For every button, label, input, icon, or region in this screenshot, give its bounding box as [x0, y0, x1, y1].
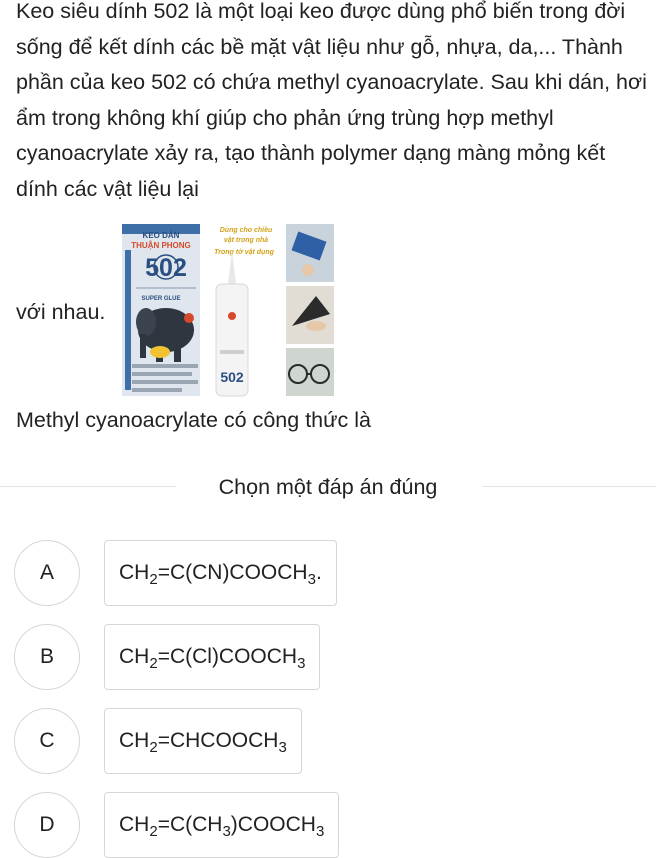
option-formula-box[interactable]: CH2=C(CN)COOCH3.	[104, 540, 337, 606]
option-letter-badge[interactable]: D	[14, 792, 80, 858]
question-prompt: Methyl cyanoacrylate có công thức là	[16, 408, 371, 432]
box-number: 502	[145, 254, 187, 282]
stamp-line-3: Trong tờ vật dụng	[214, 249, 275, 256]
formula-subscript: 3	[278, 739, 287, 756]
usage-photos	[286, 224, 334, 396]
option-formula-box[interactable]: CH2=CHCOOCH3	[104, 708, 302, 774]
box-brand-top: KEO DÁN	[143, 231, 180, 240]
formula-subscript: 2	[149, 571, 158, 588]
glue-product-image: KEO DÁN THUẬN PHONG 502 SUPER GLUE Dùng …	[122, 224, 334, 397]
option-formula-box[interactable]: CH2=C(CH3)COOCH3	[104, 792, 340, 858]
formula-text: =C(CN)COOCH	[157, 561, 308, 584]
question-illustration-row: với nhau. KEO DÁN THUẬN PHONG 502 SUPER …	[16, 222, 336, 402]
tube-number: 502	[220, 369, 244, 385]
glue-box: KEO DÁN THUẬN PHONG 502 SUPER GLUE	[122, 224, 200, 396]
formula-subscript: 2	[149, 739, 158, 756]
option-formula-box[interactable]: CH2=C(Cl)COOCH3	[104, 624, 321, 690]
formula-text: =CHCOOCH	[157, 729, 279, 752]
option-letter-badge[interactable]: A	[14, 540, 80, 606]
formula-subscript: 2	[149, 655, 158, 672]
option-letter-badge[interactable]: B	[14, 624, 80, 690]
instruction-divider: Chọn một đáp án đúng	[0, 472, 656, 502]
formula-subscript: 3	[307, 571, 316, 588]
formula-text: .	[315, 561, 322, 584]
formula-subscript: 3	[315, 823, 325, 840]
stamp-line-1: Dùng cho chiều	[220, 225, 273, 234]
box-super-glue: SUPER GLUE	[141, 296, 180, 302]
question-paragraph: Keo siêu dính 502 là một loại keo được d…	[16, 0, 647, 201]
formula-subscript: 3	[222, 823, 231, 840]
box-stamp: Dùng cho chiều vật trong nhà Trong tờ vậ…	[214, 225, 275, 256]
formula-text: )COOCH	[230, 813, 316, 836]
formula-subscript: 3	[297, 655, 306, 672]
glue-tube: 502	[215, 250, 249, 397]
formula-subscript: 2	[149, 823, 158, 840]
formula-text: CH	[119, 561, 150, 584]
formula-text: CH	[119, 813, 150, 836]
box-brand-name: THUẬN PHONG	[131, 241, 191, 250]
formula-text: CH	[119, 729, 150, 752]
formula-text: =C(Cl)COOCH	[157, 645, 298, 668]
formula-text: =C(CH	[157, 813, 223, 836]
formula-text: CH	[119, 645, 150, 668]
instruction-label: Chọn một đáp án đúng	[194, 475, 462, 499]
question-paragraph-tail: với nhau.	[16, 300, 106, 324]
stamp-line-2: vật trong nhà	[224, 237, 268, 244]
option-letter-badge[interactable]: C	[14, 708, 80, 774]
